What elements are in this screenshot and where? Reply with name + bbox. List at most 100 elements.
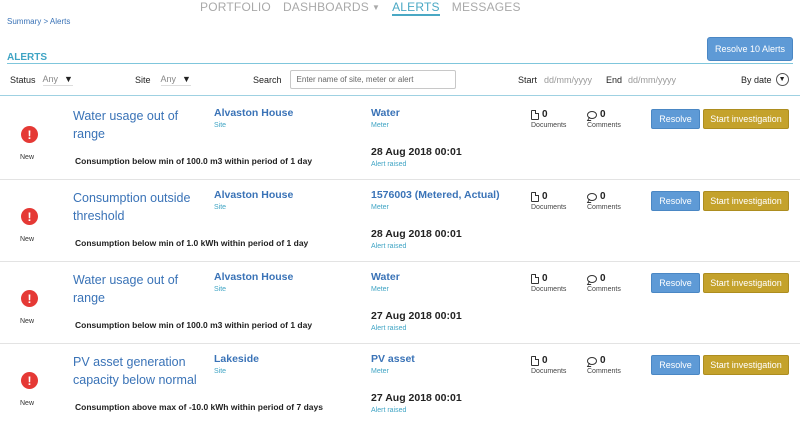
breadcrumb[interactable]: Summary > Alerts [7, 17, 70, 26]
start-investigation-button[interactable]: Start investigation [703, 191, 789, 211]
alert-site[interactable]: Alvaston House [214, 107, 293, 119]
site-filter: Site Any ▼ [135, 64, 191, 95]
documents-value: 0 [542, 191, 548, 202]
sort-dropdown[interactable]: By date ▼ [741, 64, 789, 95]
document-icon [531, 355, 539, 366]
alert-status: New [20, 400, 35, 407]
exclamation-icon: ! [21, 290, 38, 307]
exclamation-icon: ! [21, 372, 38, 389]
alert-row: ! New Consumption outside threshold Alva… [0, 180, 800, 262]
site-caption: Site [214, 368, 227, 375]
comments-count[interactable]: 0 Comments [587, 355, 621, 375]
alert-description: Consumption below min of 100.0 m3 within… [75, 156, 313, 166]
search-input[interactable]: Enter name of site, meter or alert [289, 70, 456, 89]
documents-value: 0 [542, 109, 548, 120]
comments-count[interactable]: 0 Comments [587, 273, 621, 293]
start-investigation-button[interactable]: Start investigation [703, 355, 789, 375]
meter-caption: Meter [371, 204, 389, 211]
site-caption: Site [214, 204, 227, 211]
resolve-button[interactable]: Resolve [651, 109, 700, 129]
documents-value: 0 [542, 273, 548, 284]
alert-title[interactable]: Consumption outside threshold [73, 189, 208, 225]
raised-caption: Alert raised [371, 325, 407, 332]
exclamation-icon: ! [21, 126, 38, 143]
site-dropdown-value: Any [160, 73, 177, 84]
alert-description: Consumption below min of 100.0 m3 within… [75, 320, 313, 330]
comments-caption: Comments [587, 204, 621, 211]
resolve-all-button[interactable]: Resolve 10 Alerts [707, 37, 793, 61]
alert-title[interactable]: Water usage out of range [73, 107, 208, 143]
documents-count[interactable]: 0 Documents [531, 191, 566, 211]
document-icon [531, 273, 539, 284]
nav-dashboards[interactable]: DASHBOARDS ▼ [283, 0, 380, 16]
documents-caption: Documents [531, 368, 567, 375]
filter-bar: Status Any ▼ Site Any ▼ Search Enter nam… [0, 64, 800, 95]
site-caption: Site [214, 286, 227, 293]
alert-raised-time: 27 Aug 2018 00:01 [371, 392, 462, 404]
alert-meter[interactable]: Water [371, 107, 400, 119]
comments-value: 0 [600, 273, 606, 284]
start-date-filter: Start dd/mm/yyyy [518, 64, 592, 95]
sort-label: By date [741, 74, 772, 85]
alert-description: Consumption below min of 1.0 kWh within … [75, 238, 309, 248]
nav-portfolio[interactable]: PORTFOLIO [200, 0, 271, 16]
comment-icon [587, 356, 597, 365]
alert-row: ! New PV asset generation capacity below… [0, 344, 800, 421]
documents-count[interactable]: 0 Documents [531, 355, 566, 375]
caret-down-icon: ▼ [371, 3, 381, 12]
status-dropdown[interactable]: Any ▼ [42, 74, 73, 86]
raised-caption: Alert raised [371, 243, 407, 250]
end-date-input[interactable]: dd/mm/yyyy [628, 75, 676, 85]
status-filter: Status Any ▼ [10, 64, 73, 95]
status-label: Status [10, 74, 36, 85]
nav-label: DASHBOARDS [282, 0, 369, 14]
nav-alerts[interactable]: ALERTS [392, 0, 440, 16]
raised-caption: Alert raised [371, 161, 407, 168]
top-nav: PORTFOLIO DASHBOARDS ▼ ALERTS MESSAGES [200, 0, 521, 16]
nav-label: ALERTS [392, 0, 440, 14]
comments-caption: Comments [587, 286, 621, 293]
documents-count[interactable]: 0 Documents [531, 109, 566, 129]
comments-count[interactable]: 0 Comments [587, 191, 621, 211]
document-icon [531, 109, 539, 120]
alert-meter[interactable]: PV asset [371, 353, 415, 365]
alert-raised-time: 28 Aug 2018 00:01 [371, 146, 462, 158]
page-title: ALERTS [7, 52, 47, 63]
alert-site[interactable]: Alvaston House [214, 271, 293, 283]
start-investigation-button[interactable]: Start investigation [703, 109, 789, 129]
documents-value: 0 [542, 355, 548, 366]
alert-meter[interactable]: Water [371, 271, 400, 283]
site-dropdown[interactable]: Any ▼ [160, 73, 191, 86]
start-label: Start [518, 74, 538, 85]
alert-status: New [20, 154, 35, 161]
comments-caption: Comments [587, 368, 621, 375]
comments-value: 0 [600, 109, 606, 120]
documents-count[interactable]: 0 Documents [531, 273, 566, 293]
comments-count[interactable]: 0 Comments [587, 109, 621, 129]
alert-site[interactable]: Lakeside [214, 353, 259, 365]
divider [0, 95, 800, 96]
alert-raised-time: 27 Aug 2018 00:01 [371, 310, 462, 322]
resolve-button[interactable]: Resolve [651, 273, 700, 293]
alert-site[interactable]: Alvaston House [214, 189, 293, 201]
site-label: Site [135, 74, 151, 85]
end-date-filter: End dd/mm/yyyy [606, 64, 676, 95]
search-label: Search [253, 74, 282, 85]
documents-caption: Documents [531, 286, 567, 293]
caret-down-icon: ▼ [182, 73, 191, 84]
documents-caption: Documents [531, 204, 567, 211]
comments-value: 0 [600, 191, 606, 202]
resolve-button[interactable]: Resolve [651, 355, 700, 375]
alert-title[interactable]: Water usage out of range [73, 271, 208, 307]
alert-raised-time: 28 Aug 2018 00:01 [371, 228, 462, 240]
start-date-input[interactable]: dd/mm/yyyy [544, 75, 592, 85]
nav-messages[interactable]: MESSAGES [452, 0, 521, 16]
alert-title[interactable]: PV asset generation capacity below norma… [73, 353, 208, 389]
meter-caption: Meter [371, 368, 389, 375]
alert-meter[interactable]: 1576003 (Metered, Actual) [371, 189, 500, 201]
search-placeholder: Enter name of site, meter or alert [296, 75, 414, 84]
exclamation-icon: ! [21, 208, 38, 225]
resolve-button[interactable]: Resolve [651, 191, 700, 211]
nav-label: MESSAGES [451, 0, 521, 14]
start-investigation-button[interactable]: Start investigation [703, 273, 789, 293]
